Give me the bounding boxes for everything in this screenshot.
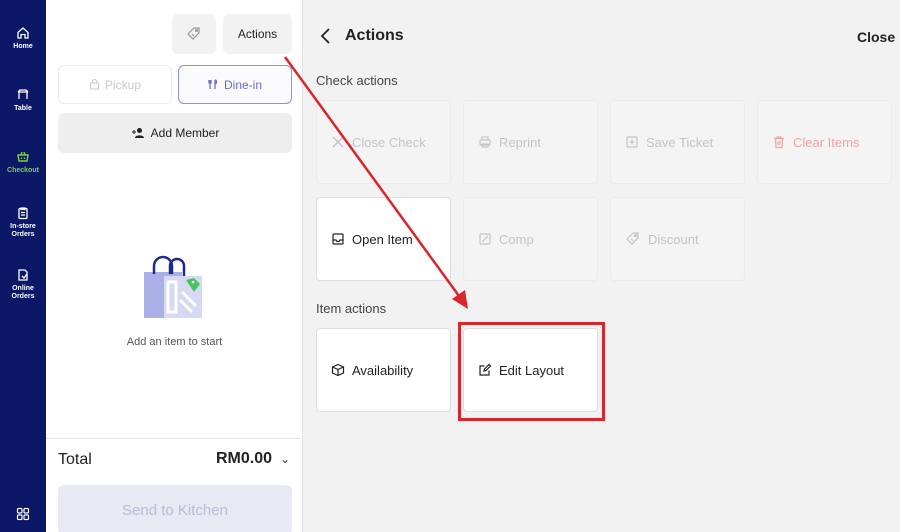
online-order-icon [18,269,28,281]
nav-label-home: Home [13,43,33,50]
discount-icon [626,232,639,245]
shopping-bag-illustration [144,255,202,318]
printer-icon [479,136,491,148]
grid-icon [16,507,30,521]
dinein-label: Dine-in [223,77,262,92]
open-item-icon [332,233,344,245]
table-icon [17,89,29,99]
total-value: RM0.00 [215,450,272,467]
check-actions-heading: Check actions [316,73,398,88]
tag-icon [187,27,200,40]
save-ticket-label: Save Ticket [646,134,714,150]
tag-button[interactable] [172,14,216,54]
availability-tile[interactable]: Availability [316,328,451,412]
nav-item-table[interactable]: Table [0,88,46,113]
nav-item-checkout[interactable]: Checkout [0,150,46,175]
discount-tile[interactable]: Discount [610,197,745,281]
nav-item-instore-orders[interactable]: In-store Orders [0,206,46,239]
nav-label-checkout: Checkout [7,167,39,174]
actions-button[interactable]: Actions [223,14,292,54]
close-check-label: Close Check [352,134,426,150]
basket-icon [17,151,29,162]
box-icon [331,363,345,377]
discount-label: Discount [648,231,699,247]
open-item-tile[interactable]: Open Item [316,197,451,281]
comp-tile[interactable]: Comp [463,197,598,281]
nav-label-instore-orders: In-store Orders [10,223,36,238]
panel-title: Actions [345,27,404,44]
nav-item-home[interactable]: Home [0,26,46,51]
close-button[interactable]: Close [857,29,895,45]
total-label: Total [58,451,92,468]
bag-icon [89,79,99,90]
add-member-label: Add Member [150,126,220,140]
availability-label: Availability [352,362,414,378]
clipboard-icon [18,207,28,220]
pickup-button[interactable]: Pickup [58,65,172,104]
nav-label-table: Table [14,105,32,112]
close-icon [332,136,344,148]
nav-item-online-orders[interactable]: Online Orders [0,268,46,301]
chevron-down-icon[interactable]: ⌄ [280,452,290,466]
comp-icon [479,233,491,245]
item-actions-heading: Item actions [316,301,387,316]
dinein-button[interactable]: Dine-in [178,65,292,104]
add-user-icon [131,128,144,138]
utensils-icon [208,79,218,89]
clear-items-tile[interactable]: Clear Items [757,100,892,184]
save-ticket-tile[interactable]: Save Ticket [610,100,745,184]
nav-label-online-orders: Online Orders [11,285,35,300]
reprint-tile[interactable]: Reprint [463,100,598,184]
back-icon[interactable] [318,26,334,46]
save-icon [626,136,638,148]
clear-items-label: Clear Items [793,134,860,150]
highlight-box [458,322,605,421]
reprint-label: Reprint [499,134,541,150]
pickup-label: Pickup [104,77,142,92]
open-item-label: Open Item [352,231,413,247]
empty-cart-message: Add an item to start [126,336,223,348]
side-nav: Home Table Checkout In-store Orders Onli… [0,0,46,532]
add-member-button[interactable]: Add Member [58,113,292,153]
close-check-tile[interactable]: Close Check [316,100,451,184]
total-divider [46,438,303,439]
nav-item-apps[interactable] [0,507,46,524]
home-icon [17,27,29,39]
trash-icon [774,136,784,149]
comp-label: Comp [499,231,534,247]
order-panel: Actions Pickup Dine-in Add Member Add an… [46,0,303,532]
send-to-kitchen-button[interactable]: Send to Kitchen [58,485,292,532]
